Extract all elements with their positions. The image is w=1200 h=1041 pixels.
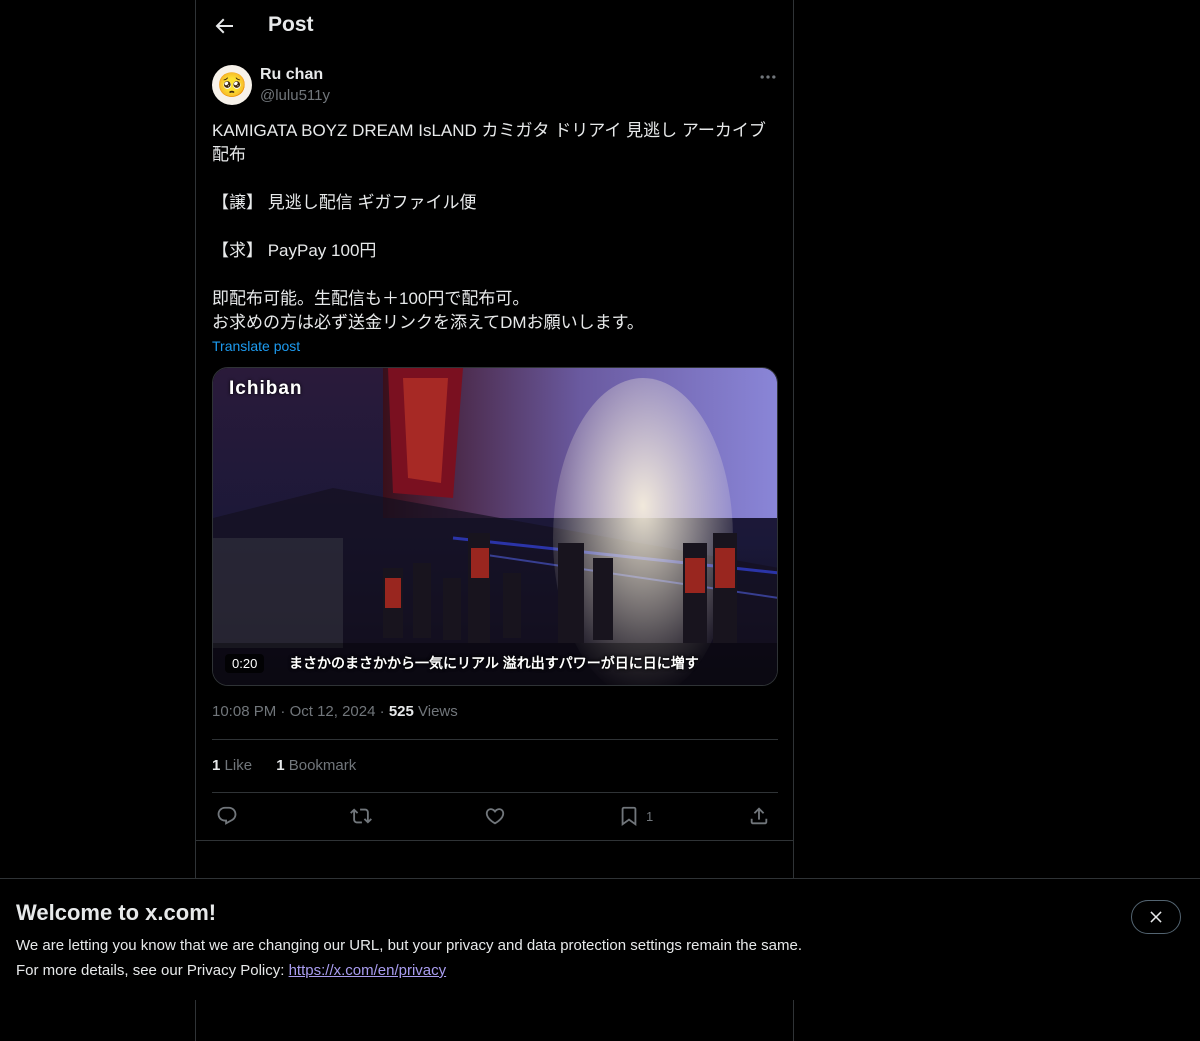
meta-separator: · xyxy=(280,703,290,720)
more-horizontal-icon xyxy=(760,75,776,79)
privacy-policy-link[interactable]: https://x.com/en/privacy xyxy=(289,962,447,979)
welcome-banner: Welcome to x.com! We are letting you kno… xyxy=(0,878,1200,1000)
like-button[interactable] xyxy=(484,804,506,828)
back-button[interactable] xyxy=(212,14,236,38)
post-time[interactable]: 10:08 PM xyxy=(212,703,276,720)
divider xyxy=(196,840,793,841)
translate-post-link[interactable]: Translate post xyxy=(212,338,300,354)
heart-icon xyxy=(485,808,505,825)
author-name[interactable]: Ru chan xyxy=(260,66,323,84)
bookmarks-stat[interactable]: 1 Bookmark xyxy=(276,757,356,774)
post-date[interactable]: Oct 12, 2024 xyxy=(290,703,376,720)
post-text: KAMIGATA BOYZ DREAM IsLAND カミガタ ドリアイ 見逃し… xyxy=(212,121,766,332)
action-bar: 1 xyxy=(212,804,778,830)
video-brand-overlay: Ichiban xyxy=(229,378,303,399)
more-options-button[interactable] xyxy=(758,67,778,87)
banner-text: We are letting you know that we are chan… xyxy=(16,937,802,954)
engagement-stats: 1 Like 1 Bookmark xyxy=(212,757,376,774)
video-player[interactable]: Ichiban まさかのまさかから一気にリアル 溢れ出すパワーが日に日に増す 0… xyxy=(212,367,778,686)
repost-icon xyxy=(350,808,372,824)
bookmark-button[interactable]: 1 xyxy=(618,804,653,828)
close-banner-button[interactable] xyxy=(1131,900,1181,934)
views-count: 525 xyxy=(388,703,414,720)
likes-stat[interactable]: 1 Like xyxy=(212,757,252,774)
reply-icon xyxy=(217,806,237,825)
repost-button[interactable] xyxy=(350,804,372,828)
divider xyxy=(212,739,778,740)
video-thumbnail xyxy=(213,368,777,685)
bookmark-icon xyxy=(621,806,637,827)
video-subtitle-overlay: まさかのまさかから一気にリアル 溢れ出すパワーが日に日に増す xyxy=(289,655,699,671)
page-title: Post xyxy=(268,13,314,36)
reply-button[interactable] xyxy=(216,804,238,828)
meta-separator: · xyxy=(379,703,389,720)
avatar[interactable]: 🥺 xyxy=(212,65,252,105)
bookmarks-label: Bookmark xyxy=(288,757,357,774)
avatar-emoji: 🥺 xyxy=(217,71,247,99)
divider xyxy=(212,792,778,793)
banner-heading: Welcome to x.com! xyxy=(16,900,217,925)
share-icon xyxy=(750,807,768,825)
arrow-left-icon xyxy=(215,18,233,34)
author-handle[interactable]: @lulu511y xyxy=(260,87,330,104)
video-duration: 0:20 xyxy=(225,654,265,673)
share-button[interactable] xyxy=(748,804,770,828)
views-label: Views xyxy=(418,703,458,720)
close-icon xyxy=(1150,911,1162,923)
likes-label: Like xyxy=(224,757,253,774)
bookmarks-count: 1 xyxy=(276,757,285,774)
post-meta: 10:08 PM · Oct 12, 2024 · 525 Views xyxy=(212,703,458,720)
banner-text-prefix: For more details, see our Privacy Policy… xyxy=(16,962,289,979)
bookmark-action-count: 1 xyxy=(646,808,654,824)
post-author: 🥺 Ru chan @lulu511y xyxy=(212,65,778,109)
banner-text-details: For more details, see our Privacy Policy… xyxy=(16,962,446,979)
likes-count: 1 xyxy=(212,757,221,774)
top-bar: Post xyxy=(196,0,793,53)
